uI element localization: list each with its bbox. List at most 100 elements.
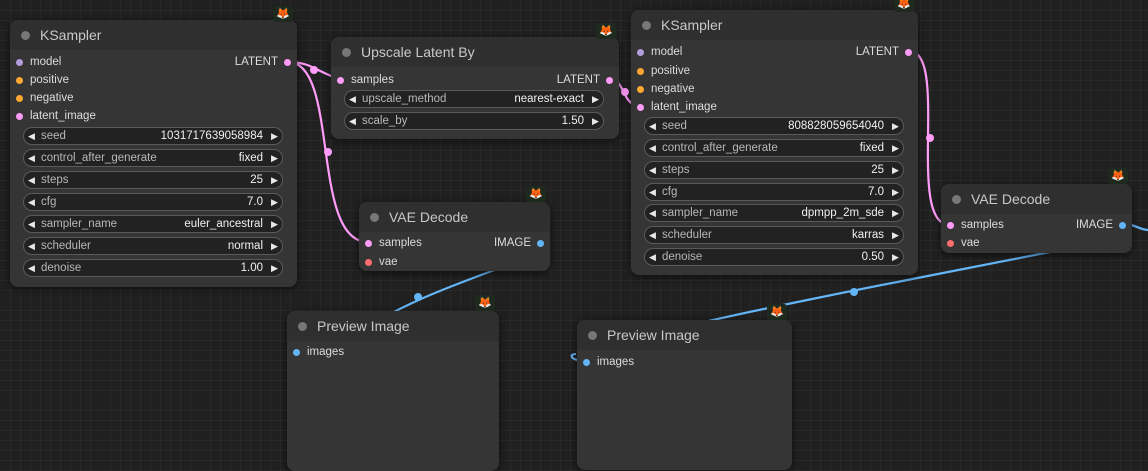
node-title[interactable]: VAE Decode xyxy=(941,184,1132,214)
increment-arrow-icon[interactable]: ▶ xyxy=(588,94,603,105)
widget-upscale-method[interactable]: ◀ upscale_method nearest-exact ▶ xyxy=(344,90,604,108)
input-positive[interactable]: positive xyxy=(10,71,69,89)
output-latent[interactable]: LATENT xyxy=(557,71,619,89)
preview-image-node-2[interactable]: 🦊 Preview Image images xyxy=(577,304,792,470)
decrement-arrow-icon[interactable]: ◀ xyxy=(345,116,360,127)
decrement-arrow-icon[interactable]: ◀ xyxy=(645,252,660,263)
decrement-arrow-icon[interactable]: ◀ xyxy=(645,121,660,132)
preview-image-node-1[interactable]: 🦊 Preview Image images xyxy=(287,295,499,471)
increment-arrow-icon[interactable]: ▶ xyxy=(888,121,903,132)
input-samples[interactable]: samples xyxy=(359,234,422,252)
model-slot-icon[interactable] xyxy=(637,48,644,56)
conditioning-slot-icon[interactable] xyxy=(637,67,644,75)
input-positive[interactable]: positive xyxy=(631,62,690,80)
increment-arrow-icon[interactable]: ▶ xyxy=(267,175,282,186)
decrement-arrow-icon[interactable]: ◀ xyxy=(645,165,660,176)
input-images[interactable]: images xyxy=(577,353,634,371)
latent-slot-icon[interactable] xyxy=(16,112,23,120)
image-slot-icon[interactable] xyxy=(537,239,544,247)
latent-slot-icon[interactable] xyxy=(606,76,613,84)
output-latent[interactable]: LATENT xyxy=(235,53,297,71)
image-slot-icon[interactable] xyxy=(293,348,300,356)
input-model[interactable]: model xyxy=(10,53,61,71)
increment-arrow-icon[interactable]: ▶ xyxy=(588,116,603,127)
decrement-arrow-icon[interactable]: ◀ xyxy=(24,131,39,142)
increment-arrow-icon[interactable]: ▶ xyxy=(888,165,903,176)
latent-slot-icon[interactable] xyxy=(284,58,291,66)
latent-slot-icon[interactable] xyxy=(947,221,954,229)
collapse-dot-icon[interactable] xyxy=(642,20,651,30)
decrement-arrow-icon[interactable]: ◀ xyxy=(345,94,360,105)
output-image[interactable]: IMAGE xyxy=(1076,216,1132,234)
decrement-arrow-icon[interactable]: ◀ xyxy=(645,230,660,241)
input-latent-image[interactable]: latent_image xyxy=(10,107,96,125)
vae-slot-icon[interactable] xyxy=(365,258,372,266)
decrement-arrow-icon[interactable]: ◀ xyxy=(645,187,660,198)
widget-control-after-generate[interactable]: ◀ control_after_generate fixed ▶ xyxy=(644,139,904,157)
vae-decode-node-1[interactable]: 🦊 VAE Decode samples vae IMAGE xyxy=(359,186,550,271)
input-vae[interactable]: vae xyxy=(941,234,980,252)
conditioning-slot-icon[interactable] xyxy=(16,76,23,84)
latent-slot-icon[interactable] xyxy=(637,103,644,111)
input-latent-image[interactable]: latent_image xyxy=(631,98,717,116)
collapse-dot-icon[interactable] xyxy=(588,330,597,340)
widget-denoise[interactable]: ◀ denoise 1.00 ▶ xyxy=(23,259,283,277)
widget-sampler-name[interactable]: ◀ sampler_name dpmpp_2m_sde ▶ xyxy=(644,204,904,222)
increment-arrow-icon[interactable]: ▶ xyxy=(888,187,903,198)
input-images[interactable]: images xyxy=(287,343,344,361)
input-negative[interactable]: negative xyxy=(631,80,694,98)
collapse-dot-icon[interactable] xyxy=(21,30,30,40)
widget-steps[interactable]: ◀ steps 25 ▶ xyxy=(23,171,283,189)
decrement-arrow-icon[interactable]: ◀ xyxy=(24,153,39,164)
widget-scheduler[interactable]: ◀ scheduler karras ▶ xyxy=(644,226,904,244)
node-title[interactable]: VAE Decode xyxy=(359,202,550,232)
increment-arrow-icon[interactable]: ▶ xyxy=(888,230,903,241)
widget-sampler-name[interactable]: ◀ sampler_name euler_ancestral ▶ xyxy=(23,215,283,233)
image-slot-icon[interactable] xyxy=(1119,221,1126,229)
increment-arrow-icon[interactable]: ▶ xyxy=(888,208,903,219)
increment-arrow-icon[interactable]: ▶ xyxy=(267,197,282,208)
widget-scale-by[interactable]: ◀ scale_by 1.50 ▶ xyxy=(344,112,604,130)
increment-arrow-icon[interactable]: ▶ xyxy=(267,263,282,274)
model-slot-icon[interactable] xyxy=(16,58,23,66)
decrement-arrow-icon[interactable]: ◀ xyxy=(24,219,39,230)
node-title[interactable]: KSampler xyxy=(10,20,297,50)
widget-cfg[interactable]: ◀ cfg 7.0 ▶ xyxy=(644,183,904,201)
widget-control-after-generate[interactable]: ◀ control_after_generate fixed ▶ xyxy=(23,149,283,167)
image-slot-icon[interactable] xyxy=(583,358,590,366)
increment-arrow-icon[interactable]: ▶ xyxy=(888,252,903,263)
increment-arrow-icon[interactable]: ▶ xyxy=(267,153,282,164)
widget-scheduler[interactable]: ◀ scheduler normal ▶ xyxy=(23,237,283,255)
widget-seed[interactable]: ◀ seed 1031717639058984 ▶ xyxy=(23,127,283,145)
output-image[interactable]: IMAGE xyxy=(494,234,550,252)
latent-slot-icon[interactable] xyxy=(905,48,912,56)
increment-arrow-icon[interactable]: ▶ xyxy=(267,131,282,142)
collapse-dot-icon[interactable] xyxy=(342,47,351,57)
latent-slot-icon[interactable] xyxy=(365,239,372,247)
widget-cfg[interactable]: ◀ cfg 7.0 ▶ xyxy=(23,193,283,211)
upscale-latent-node[interactable]: 🦊 Upscale Latent By samples LATENT ◀ upsc… xyxy=(331,23,619,139)
decrement-arrow-icon[interactable]: ◀ xyxy=(24,197,39,208)
vae-decode-node-2[interactable]: 🦊 VAE Decode samples vae IMAGE xyxy=(941,168,1132,253)
node-title[interactable]: Preview Image xyxy=(287,311,499,341)
ksampler-node-2[interactable]: 🦊 KSampler model positive negative laten… xyxy=(631,0,918,275)
decrement-arrow-icon[interactable]: ◀ xyxy=(24,241,39,252)
node-title[interactable]: Preview Image xyxy=(577,320,792,350)
decrement-arrow-icon[interactable]: ◀ xyxy=(645,143,660,154)
collapse-dot-icon[interactable] xyxy=(952,194,961,204)
decrement-arrow-icon[interactable]: ◀ xyxy=(24,263,39,274)
widget-denoise[interactable]: ◀ denoise 0.50 ▶ xyxy=(644,248,904,266)
decrement-arrow-icon[interactable]: ◀ xyxy=(645,208,660,219)
widget-seed[interactable]: ◀ seed 808828059654040 ▶ xyxy=(644,117,904,135)
conditioning-slot-icon[interactable] xyxy=(16,94,23,102)
input-samples[interactable]: samples xyxy=(941,216,1004,234)
node-title[interactable]: KSampler xyxy=(631,10,918,40)
conditioning-slot-icon[interactable] xyxy=(637,85,644,93)
ksampler-node-1[interactable]: 🦊 KSampler model positive negative laten… xyxy=(10,6,297,287)
decrement-arrow-icon[interactable]: ◀ xyxy=(24,175,39,186)
input-negative[interactable]: negative xyxy=(10,89,73,107)
increment-arrow-icon[interactable]: ▶ xyxy=(267,219,282,230)
node-title[interactable]: Upscale Latent By xyxy=(331,37,619,67)
increment-arrow-icon[interactable]: ▶ xyxy=(267,241,282,252)
collapse-dot-icon[interactable] xyxy=(298,321,307,331)
